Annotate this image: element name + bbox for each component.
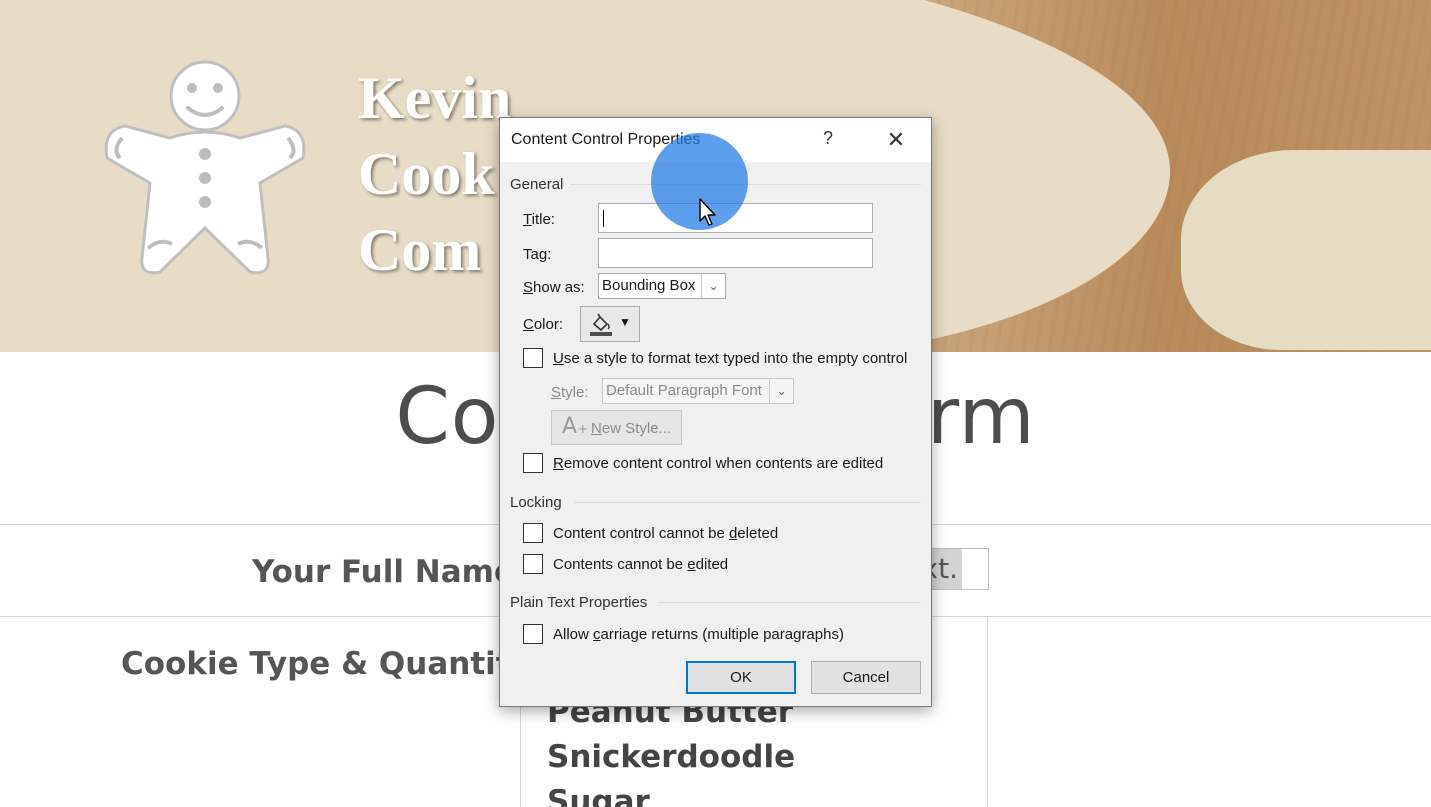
locking-section-label: Locking bbox=[510, 494, 562, 511]
list-item: Sugar bbox=[547, 784, 650, 807]
allow-returns-checkbox[interactable] bbox=[523, 624, 543, 644]
ok-button[interactable]: OK bbox=[686, 661, 796, 694]
list-item: Snickerdoodle bbox=[547, 739, 796, 775]
cannot-delete-label: Content control cannot be deleted bbox=[553, 525, 779, 542]
full-name-label: Your Full Name: bbox=[252, 554, 528, 590]
style-value: Default Paragraph Font bbox=[606, 382, 762, 399]
remove-control-checkbox[interactable] bbox=[523, 453, 543, 473]
allow-returns-label: Allow carriage returns (multiple paragra… bbox=[553, 626, 844, 643]
title-field-label: Title: bbox=[523, 211, 555, 228]
text-caret bbox=[603, 210, 604, 227]
tag-field-label: Tag: bbox=[523, 246, 552, 263]
show-as-dropdown[interactable]: Bounding Box ⌄ bbox=[598, 273, 726, 299]
chevron-down-icon: ⌄ bbox=[701, 274, 725, 298]
use-style-label: Use a style to format text typed into th… bbox=[553, 350, 908, 367]
close-button[interactable]: ✕ bbox=[880, 126, 912, 154]
new-style-icon: A₊ bbox=[562, 414, 589, 439]
brand-line-1: Kevin bbox=[358, 65, 512, 131]
plain-text-section-rule bbox=[658, 602, 921, 603]
form-cell-right-border bbox=[987, 617, 988, 807]
show-as-value: Bounding Box bbox=[602, 277, 696, 294]
cannot-edit-checkbox[interactable] bbox=[523, 554, 543, 574]
cancel-button[interactable]: Cancel bbox=[811, 661, 921, 694]
tag-input[interactable] bbox=[598, 238, 873, 268]
general-section-label: General bbox=[510, 176, 564, 193]
cannot-delete-checkbox[interactable] bbox=[523, 523, 543, 543]
new-style-button[interactable]: A₊ New Style... bbox=[551, 410, 682, 445]
chevron-down-icon: ⌄ bbox=[769, 379, 793, 403]
brand-line-2: Cook bbox=[358, 141, 495, 207]
style-label: Style: bbox=[551, 384, 589, 401]
plain-text-section-label: Plain Text Properties bbox=[510, 594, 648, 611]
show-as-label: Show as: bbox=[523, 279, 585, 296]
gingerbread-logo-icon bbox=[104, 60, 306, 275]
color-picker-button[interactable]: ▼ bbox=[580, 306, 640, 342]
cannot-edit-label: Contents cannot be edited bbox=[553, 556, 729, 573]
cookie-list: Peanut Butter Snickerdoodle Sugar bbox=[547, 690, 795, 807]
color-label: Color: bbox=[523, 316, 564, 333]
use-style-checkbox[interactable] bbox=[523, 348, 543, 368]
mouse-pointer-icon bbox=[699, 198, 716, 226]
remove-control-label: Remove content control when contents are… bbox=[553, 455, 884, 472]
new-style-label: New Style... bbox=[591, 420, 672, 437]
locking-section-rule bbox=[574, 502, 921, 503]
brand-name: Kevin Cook Com bbox=[358, 60, 511, 288]
brand-line-3: Com bbox=[358, 217, 482, 283]
help-button[interactable]: ? bbox=[818, 128, 838, 152]
cookie-type-label: Cookie Type & Quantity: bbox=[121, 646, 544, 682]
caret-down-icon: ▼ bbox=[619, 315, 631, 329]
style-dropdown[interactable]: Default Paragraph Font ⌄ bbox=[602, 378, 794, 404]
paint-bucket-icon bbox=[590, 313, 612, 336]
banner-dough-piece bbox=[1181, 150, 1431, 350]
